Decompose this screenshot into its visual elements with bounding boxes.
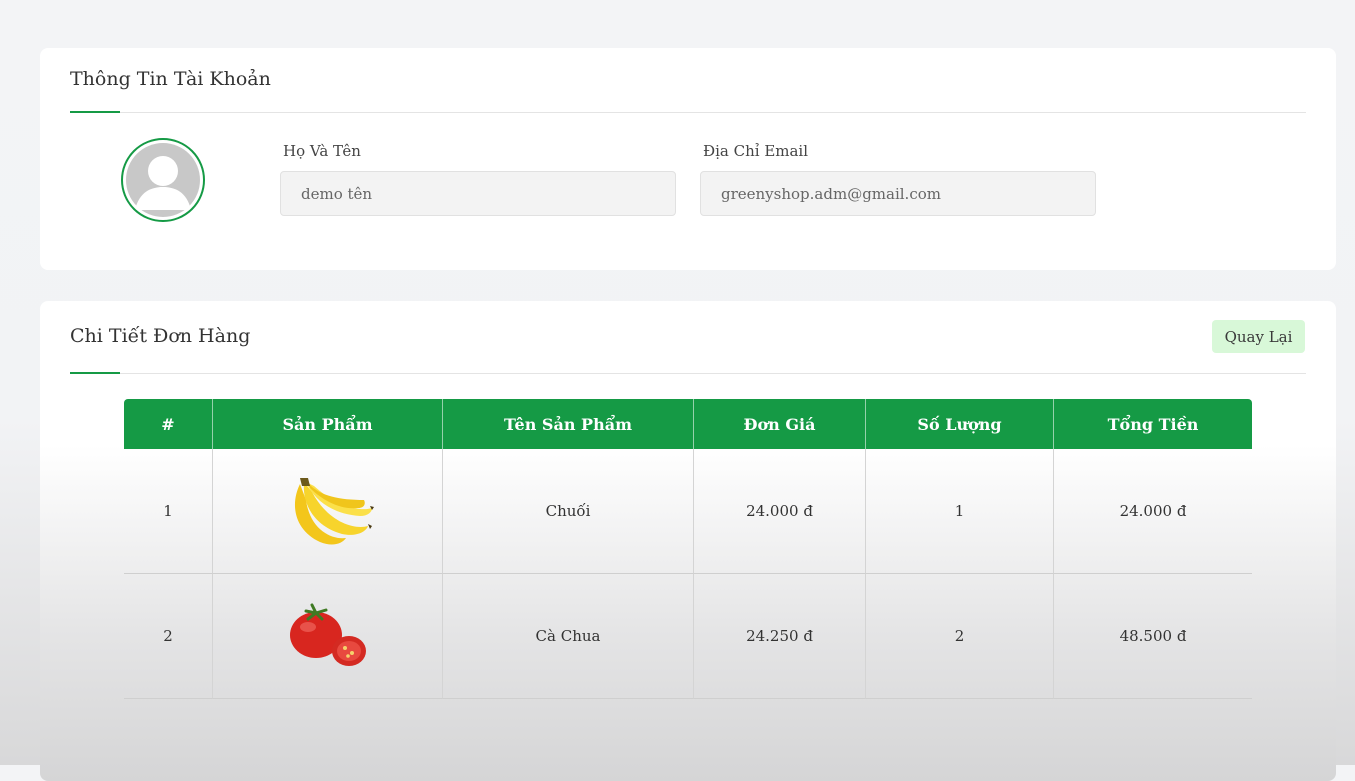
account-info-card: Thông Tin Tài Khoản Họ Và Tên Địa Chỉ Em… (40, 48, 1336, 270)
line-total: 48.500 đ (1054, 574, 1252, 699)
order-title-underline (70, 372, 120, 374)
quantity: 1 (866, 449, 1054, 574)
product-name: Cà Chua (443, 574, 694, 699)
account-divider (70, 112, 1306, 113)
line-total: 24.000 đ (1054, 449, 1252, 574)
product-name: Chuối (443, 449, 694, 574)
user-avatar-placeholder-icon (126, 143, 200, 217)
unit-price: 24.250 đ (694, 574, 866, 699)
email-label: Địa Chỉ Email (703, 142, 809, 160)
row-index: 2 (124, 574, 213, 699)
column-header-total: Tổng Tiền (1054, 399, 1252, 449)
name-label: Họ Và Tên (283, 142, 361, 160)
account-title-underline (70, 111, 120, 113)
table-header-row: # Sản Phẩm Tên Sản Phẩm Đơn Giá Số Lượng… (124, 399, 1252, 449)
order-detail-card: Chi Tiết Đơn Hàng Quay Lại # Sản Phẩm Tê… (40, 301, 1336, 781)
column-header-product: Sản Phẩm (213, 399, 443, 449)
column-header-quantity: Số Lượng (866, 399, 1054, 449)
email-field[interactable] (700, 171, 1096, 216)
unit-price: 24.000 đ (694, 449, 866, 574)
banana-image (294, 478, 374, 545)
column-header-product-name: Tên Sản Phẩm (443, 399, 694, 449)
table-row: 2 Cà Chua 24.250 đ 2 48.500 đ (124, 574, 1252, 699)
tomato-image (289, 603, 366, 666)
column-header-unit-price: Đơn Giá (694, 399, 866, 449)
name-field[interactable] (280, 171, 676, 216)
avatar (121, 138, 205, 222)
order-table: # Sản Phẩm Tên Sản Phẩm Đơn Giá Số Lượng… (124, 399, 1252, 699)
order-detail-title: Chi Tiết Đơn Hàng (70, 325, 251, 347)
account-info-title: Thông Tin Tài Khoản (70, 68, 271, 90)
quantity: 2 (866, 574, 1054, 699)
back-button[interactable]: Quay Lại (1212, 320, 1305, 353)
order-divider (70, 373, 1306, 374)
column-header-index: # (124, 399, 213, 449)
product-image-cell (213, 574, 443, 699)
row-index: 1 (124, 449, 213, 574)
table-row: 1 Chuối 24.000 đ 1 24.000 đ (124, 449, 1252, 574)
product-image-cell (213, 449, 443, 574)
